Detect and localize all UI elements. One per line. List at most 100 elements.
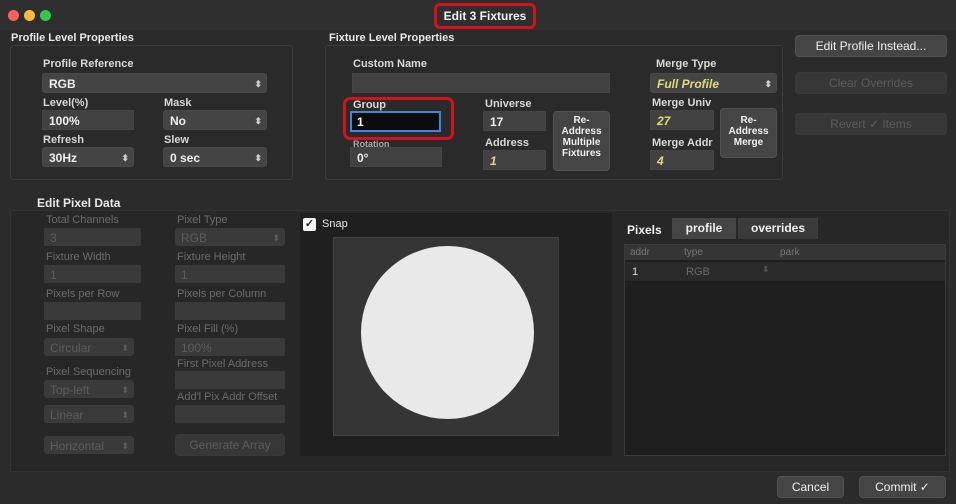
rotation-field[interactable]: 0° <box>350 147 442 167</box>
addl-pix-offset-label: Add'l Pix Addr Offset <box>177 391 278 403</box>
merge-univ-field[interactable]: 27 <box>650 110 714 130</box>
edit-profile-instead-button[interactable]: Edit Profile Instead... <box>795 35 947 57</box>
updown-arrow-icon: ⬍ <box>121 343 129 353</box>
readdress-multiple-line-3: Multiple <box>562 137 601 148</box>
pixels-per-column-field[interactable] <box>175 302 285 320</box>
fixture-height-label: Fixture Height <box>177 251 246 263</box>
readdress-multiple-line-1: Re- <box>573 115 590 126</box>
generate-array-button[interactable]: Generate Array <box>175 434 285 456</box>
row-addr: 1 <box>632 266 639 278</box>
pixel-sequencing-label: Pixel Sequencing <box>46 366 132 378</box>
updown-arrow-icon: ⬍ <box>762 264 770 274</box>
pixel-shape-select[interactable]: Circular ⬍ <box>44 338 134 356</box>
readdress-merge-line-1: Re- <box>740 115 757 126</box>
group-field[interactable]: 1 <box>350 111 441 132</box>
column-park: park <box>780 247 800 258</box>
pixel-sequencing-value: Top-left <box>50 383 90 397</box>
slew-value: 0 sec <box>170 151 201 165</box>
merge-type-select[interactable]: Full Profile ⬍ <box>650 73 777 93</box>
readdress-merge-button[interactable]: Re- Address Merge <box>720 108 777 158</box>
readdress-merge-line-2: Address <box>728 126 769 137</box>
direction-value: Horizontal <box>50 439 105 453</box>
tab-profile[interactable]: profile <box>672 218 736 239</box>
updown-arrow-icon: ⬍ <box>121 410 129 420</box>
profile-level-title: Profile Level Properties <box>11 32 134 44</box>
readdress-multiple-button[interactable]: Re- Address Multiple Fixtures <box>553 111 610 171</box>
pixel-circle <box>361 246 534 419</box>
close-window-button[interactable] <box>8 10 19 21</box>
merge-univ-label: Merge Univ <box>652 97 712 109</box>
merge-addr-label: Merge Addr <box>652 137 713 149</box>
revert-items-button[interactable]: Revert ✓ Items <box>795 113 947 135</box>
readdress-multiple-line-2: Address <box>561 126 602 137</box>
snap-label: Snap <box>322 218 348 230</box>
column-type: type <box>684 247 703 258</box>
snap-checkbox[interactable]: ✓ <box>303 218 316 231</box>
direction-select[interactable]: Horizontal ⬍ <box>44 436 134 454</box>
address-label: Address <box>485 137 530 149</box>
pixel-fill-label: Pixel Fill (%) <box>177 323 239 335</box>
merge-type-value: Full Profile <box>657 77 720 91</box>
first-pixel-address-field[interactable] <box>175 371 285 389</box>
sequencing-mode-value: Linear <box>50 408 84 422</box>
slew-label: Slew <box>164 134 190 146</box>
table-row[interactable] <box>625 262 945 281</box>
mask-select[interactable]: No ⬍ <box>163 110 267 130</box>
updown-arrow-icon: ⬍ <box>121 153 129 163</box>
cancel-button[interactable]: Cancel <box>777 476 844 498</box>
checkmark-icon: ✓ <box>304 218 315 230</box>
level-label: Level(%) <box>43 97 89 109</box>
slew-select[interactable]: 0 sec ⬍ <box>163 147 267 167</box>
universe-label: Universe <box>485 98 532 110</box>
merge-type-label: Merge Type <box>656 58 717 70</box>
row-type: RGB <box>686 266 710 278</box>
refresh-label: Refresh <box>43 134 84 146</box>
tab-overrides[interactable]: overrides <box>738 218 818 239</box>
fixture-height-field[interactable]: 1 <box>175 265 285 283</box>
mask-value: No <box>170 114 186 128</box>
window-title: Edit 3 Fixtures <box>443 9 527 23</box>
refresh-value: 30Hz <box>49 151 78 165</box>
total-channels-label: Total Channels <box>46 214 119 226</box>
address-field[interactable]: 1 <box>483 150 546 170</box>
pixels-per-row-label: Pixels per Row <box>46 288 120 300</box>
window-title-highlight: Edit 3 Fixtures <box>434 3 536 29</box>
readdress-merge-line-3: Merge <box>733 137 764 148</box>
minimize-window-button[interactable] <box>24 10 35 21</box>
profile-reference-select[interactable]: RGB ⬍ <box>42 73 267 93</box>
addl-pix-offset-field[interactable] <box>175 405 285 423</box>
level-field[interactable]: 100% <box>42 110 134 130</box>
sequencing-mode-select[interactable]: Linear ⬍ <box>44 405 134 423</box>
commit-button[interactable]: Commit ✓ <box>859 476 946 498</box>
universe-field[interactable]: 17 <box>483 111 546 131</box>
refresh-select[interactable]: 30Hz ⬍ <box>42 147 134 167</box>
pixels-per-row-field[interactable] <box>44 302 141 320</box>
pixel-type-value: RGB <box>181 231 208 245</box>
fixture-width-label: Fixture Width <box>46 251 111 263</box>
first-pixel-address-label: First Pixel Address <box>177 358 269 370</box>
pixel-sequencing-select[interactable]: Top-left ⬍ <box>44 380 134 398</box>
fixture-width-field[interactable]: 1 <box>44 265 141 283</box>
pixel-type-label: Pixel Type <box>177 214 228 226</box>
pixels-per-column-label: Pixels per Column <box>177 288 267 300</box>
column-addr: addr <box>630 247 651 258</box>
zoom-window-button[interactable] <box>40 10 51 21</box>
custom-name-field[interactable] <box>352 73 610 93</box>
updown-arrow-icon: ⬍ <box>121 385 129 395</box>
clear-overrides-button[interactable]: Clear Overrides <box>795 72 947 94</box>
custom-name-label: Custom Name <box>353 58 427 70</box>
updown-arrow-icon: ⬍ <box>254 79 262 89</box>
updown-arrow-icon: ⬍ <box>121 441 129 451</box>
pixel-type-select[interactable]: RGB ⬍ <box>175 228 285 246</box>
merge-addr-field[interactable]: 4 <box>650 150 714 170</box>
group-label: Group <box>353 99 386 111</box>
pixel-shape-value: Circular <box>50 341 92 355</box>
profile-reference-value: RGB <box>49 77 76 91</box>
updown-arrow-icon: ⬍ <box>254 153 262 163</box>
pixels-label: Pixels <box>627 223 662 237</box>
total-channels-field[interactable]: 3 <box>44 228 141 246</box>
pixel-fill-field[interactable]: 100% <box>175 338 285 356</box>
edit-pixel-data-title: Edit Pixel Data <box>37 196 121 210</box>
readdress-multiple-line-4: Fixtures <box>562 148 601 159</box>
profile-reference-label: Profile Reference <box>43 58 134 70</box>
